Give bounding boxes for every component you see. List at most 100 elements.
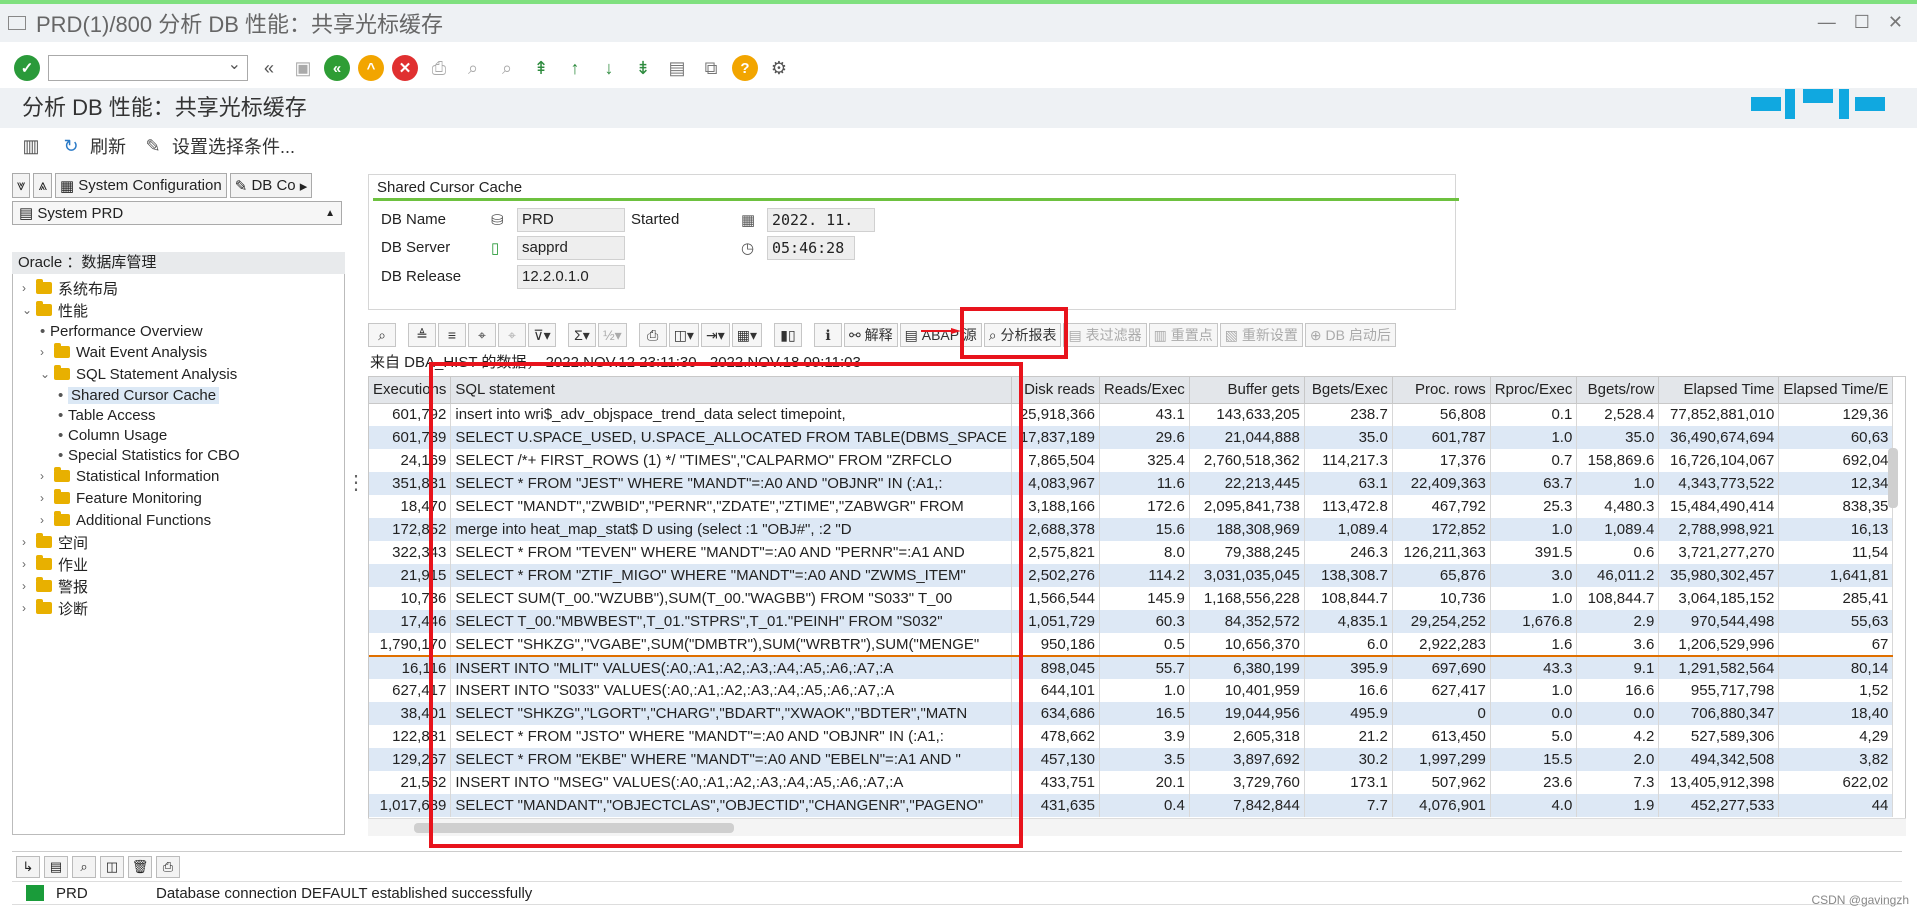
table-cell[interactable]: 63.1 — [1304, 472, 1393, 495]
table-cell[interactable]: 1.0 — [1490, 518, 1578, 541]
command-field[interactable] — [48, 54, 248, 81]
table-cell[interactable]: 601,787 — [1392, 426, 1491, 449]
table-cell[interactable]: 22,409,363 — [1392, 472, 1491, 495]
table-cell[interactable]: 5.0 — [1490, 725, 1578, 748]
table-cell[interactable]: 1,291,582,564 — [1658, 655, 1780, 679]
table-cell[interactable]: 114.2 — [1099, 564, 1190, 587]
message-collapse-icon[interactable]: ▤ — [44, 855, 68, 878]
table-cell[interactable]: 35,980,302,457 — [1658, 564, 1780, 587]
table-cell[interactable]: 4,480.3 — [1576, 495, 1660, 518]
find-next-icon[interactable]: ⌕ — [494, 55, 520, 81]
table-cell[interactable]: 1.0 — [1490, 587, 1578, 610]
table-cell[interactable]: 0.0 — [1576, 702, 1660, 725]
table-cell[interactable]: 2,502,276 — [1011, 564, 1100, 587]
message-print-icon[interactable]: ⎙ — [156, 855, 180, 878]
table-cell[interactable]: 13,405,912,398 — [1658, 771, 1780, 794]
subtotal-icon[interactable]: ½▾ — [598, 323, 627, 347]
views-icon[interactable]: ◫▾ — [668, 323, 699, 347]
tree-node-additional-functions[interactable]: › Additional Functions — [40, 510, 211, 530]
table-cell[interactable]: 23.6 — [1490, 771, 1578, 794]
table-cell[interactable]: 3.6 — [1576, 633, 1660, 656]
table-cell[interactable]: 2,760,518,362 — [1189, 449, 1305, 472]
table-cell[interactable]: 172,852 — [1392, 518, 1491, 541]
table-cell[interactable]: 173.1 — [1304, 771, 1393, 794]
table-cell[interactable]: 1,089.4 — [1304, 518, 1393, 541]
table-cell[interactable]: 8.0 — [1099, 541, 1190, 564]
table-cell[interactable]: 65,876 — [1392, 564, 1491, 587]
table-cell[interactable]: 2,528.4 — [1576, 403, 1660, 426]
table-cell[interactable]: 6.0 — [1304, 633, 1393, 656]
table-cell[interactable]: 457,130 — [1011, 748, 1100, 771]
table-cell[interactable]: 4,083,967 — [1011, 472, 1100, 495]
table-cell[interactable]: 29.6 — [1099, 426, 1190, 449]
table-cell[interactable]: 22,213,445 — [1189, 472, 1305, 495]
table-cell[interactable]: 1,051,729 — [1011, 610, 1100, 633]
table-cell[interactable]: 2,605,318 — [1189, 725, 1305, 748]
table-cell[interactable]: 60,63 — [1778, 426, 1894, 449]
sum-icon[interactable]: Σ▾ — [568, 323, 596, 347]
table-cell[interactable]: 0.1 — [1490, 403, 1578, 426]
table-cell[interactable]: 17,837,189 — [1011, 426, 1100, 449]
table-cell[interactable]: 158,869.6 — [1576, 449, 1660, 472]
table-cell[interactable]: 113,472.8 — [1304, 495, 1393, 518]
back-icon[interactable]: « — [324, 55, 350, 81]
table-cell[interactable]: 30.2 — [1304, 748, 1393, 771]
table-cell[interactable]: 56,808 — [1392, 403, 1491, 426]
tree-node-table-access[interactable]: • Table Access — [58, 405, 156, 425]
tree-node-column-usage[interactable]: • Column Usage — [58, 425, 167, 445]
exit-icon[interactable]: ^ — [358, 55, 384, 81]
table-cell[interactable]: 188,308,969 — [1189, 518, 1305, 541]
table-cell[interactable]: 246.3 — [1304, 541, 1393, 564]
table-cell[interactable]: 4,29 — [1778, 725, 1894, 748]
last-page-icon[interactable]: ⇟ — [630, 55, 656, 81]
table-cell[interactable]: 452,277,533 — [1658, 794, 1780, 817]
table-cell[interactable]: 108,844.7 — [1304, 587, 1393, 610]
table-cell[interactable]: 706,880,347 — [1658, 702, 1780, 725]
table-cell[interactable]: 527,589,306 — [1658, 725, 1780, 748]
graphic-chart-icon[interactable]: ▮▯ — [774, 323, 802, 347]
table-cell[interactable]: 44 — [1778, 794, 1894, 817]
table-cell[interactable]: 16,13 — [1778, 518, 1894, 541]
table-cell[interactable]: 4.2 — [1576, 725, 1660, 748]
table-cell[interactable]: 16.5 — [1099, 702, 1190, 725]
table-cell[interactable]: 16.6 — [1576, 679, 1660, 702]
table-cell[interactable]: 2,095,841,738 — [1189, 495, 1305, 518]
table-cell[interactable]: 431,635 — [1011, 794, 1100, 817]
db-co-button[interactable]: ✎ DB Co ▸ — [229, 173, 313, 198]
table-cell[interactable]: 10,656,370 — [1189, 633, 1305, 656]
table-cell[interactable]: 3,897,692 — [1189, 748, 1305, 771]
table-cell[interactable]: 627,417 — [1392, 679, 1491, 702]
tree-node-performance[interactable]: ⌄ 性能 — [22, 300, 88, 320]
table-cell[interactable]: 143,633,205 — [1189, 403, 1305, 426]
previous-page-icon[interactable]: ↑ — [562, 55, 588, 81]
table-cell[interactable]: 7.7 — [1304, 794, 1393, 817]
table-cell[interactable]: 3,064,185,152 — [1658, 587, 1780, 610]
find-next-binoculars-icon[interactable]: ⌖ — [498, 323, 526, 347]
column-header[interactable]: Bgets/row — [1576, 377, 1660, 404]
table-cell[interactable]: 43.1 — [1099, 403, 1190, 426]
set-selection-button[interactable]: ✎ 设置选择条件... — [140, 133, 295, 159]
new-session-icon[interactable]: ▤ — [664, 55, 690, 81]
layout-icon[interactable]: ▥ — [18, 133, 44, 159]
message-detail-icon[interactable]: ↳ — [16, 855, 40, 878]
reset-settings-button[interactable]: ▧ 重新设置 — [1219, 323, 1303, 347]
minimize-icon[interactable]: — — [1818, 12, 1836, 33]
table-cell[interactable]: 114,217.3 — [1304, 449, 1393, 472]
table-cell[interactable]: 55,63 — [1778, 610, 1894, 633]
table-cell[interactable]: 67 — [1778, 633, 1894, 656]
table-cell[interactable]: 4.0 — [1490, 794, 1578, 817]
table-cell[interactable]: 126,211,363 — [1392, 541, 1491, 564]
table-cell[interactable]: 1,206,529,996 — [1658, 633, 1780, 656]
table-cell[interactable]: 21,044,888 — [1189, 426, 1305, 449]
table-cell[interactable]: 0 — [1392, 702, 1491, 725]
table-cell[interactable]: 19,044,956 — [1189, 702, 1305, 725]
table-cell[interactable]: 3.5 — [1099, 748, 1190, 771]
table-cell[interactable]: 634,686 — [1011, 702, 1100, 725]
table-cell[interactable]: 16,726,104,067 — [1658, 449, 1780, 472]
next-page-icon[interactable]: ↓ — [596, 55, 622, 81]
table-cell[interactable]: 3.0 — [1490, 564, 1578, 587]
close-window-icon[interactable]: ✕ — [1888, 12, 1903, 33]
column-header[interactable]: Disk reads — [1011, 377, 1100, 404]
tree-node-performance-overview[interactable]: • Performance Overview — [40, 321, 203, 341]
table-cell[interactable]: 1.0 — [1490, 679, 1578, 702]
